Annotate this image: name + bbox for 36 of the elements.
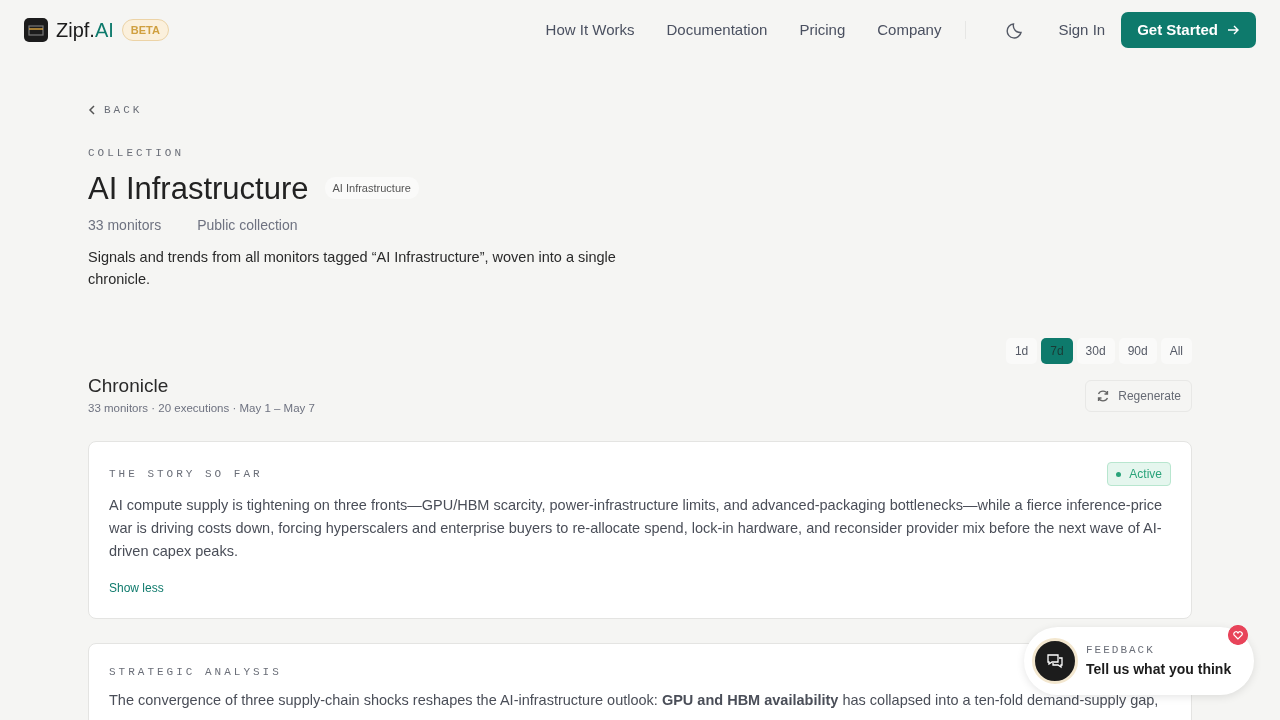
meta-text: Public collection	[197, 215, 298, 235]
range-tab[interactable]: All	[1160, 337, 1192, 364]
feedback-widget[interactable]: FEEDBACK Tell us what you think	[1024, 627, 1254, 695]
page-title: AI Infrastructure	[88, 169, 309, 207]
nav-link[interactable]: Documentation	[666, 18, 768, 42]
card-heading: STRATEGIC ANALYSIS	[109, 665, 282, 681]
tag: AI Infrastructure	[324, 176, 419, 200]
sign-in-link[interactable]: Sign In	[1058, 18, 1106, 42]
description: Signals and trends from all monitors tagged “AI Infrastructure”, woven into a single chronicle.	[88, 247, 617, 289]
range-tab[interactable]: 90d	[1118, 337, 1157, 364]
refresh-icon	[1096, 388, 1111, 403]
back-link[interactable]: BACK	[88, 101, 143, 119]
range-tab[interactable]: 30d	[1076, 337, 1115, 364]
nav-link[interactable]: How It Works	[545, 18, 635, 42]
card-text: AI compute supply is tightening on three fronts—GPU/HBM scarcity, power-infrastructure limits, and advanced-packaging bottlenecks—while a fierce inference-price war is driving costs down, forcing hyperscalers and enterprise buyers to re-allocate spend, lock-in hardware, and reconsider provider mix before the next wave of AI-driven capex peaks.	[109, 496, 1164, 562]
heart-icon	[1228, 625, 1248, 645]
range-tab[interactable]: 1d	[1005, 337, 1038, 364]
nav-link[interactable]: Pricing	[799, 18, 846, 42]
feedback-text: Tell us what you think	[1086, 659, 1232, 679]
arrow-icon	[1226, 23, 1240, 37]
section-label: COLLECTION	[88, 146, 185, 161]
nav-link[interactable]: Company	[877, 18, 942, 42]
card-heading: THE STORY SO FAR	[109, 467, 263, 483]
section-subtitle: 33 monitors · 20 executions · May 1 – May 7	[88, 401, 315, 417]
logo-icon	[24, 18, 48, 42]
get-started-button[interactable]: Get Started	[1121, 11, 1256, 49]
regenerate-button[interactable]: Regenerate	[1085, 379, 1192, 412]
meta-text: 33 monitors	[88, 215, 162, 235]
feedback-label: FEEDBACK	[1086, 643, 1156, 659]
chat-icon	[1032, 638, 1078, 684]
section-title: Chronicle	[88, 373, 170, 398]
chevron-icon	[88, 105, 96, 115]
brand-name[interactable]: Zipf.AI	[56, 15, 114, 45]
show-less-link[interactable]: Show less	[109, 579, 164, 598]
status-tag: Active	[1107, 462, 1171, 487]
beta-tag: BETA	[121, 18, 169, 42]
